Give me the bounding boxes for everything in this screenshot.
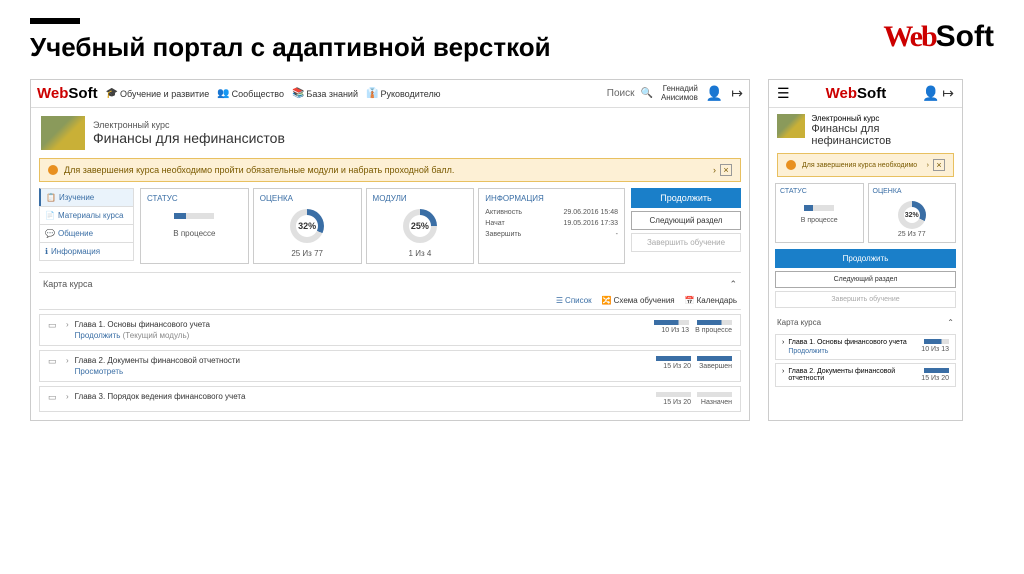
desktop-view: WebSoft 🎓Обучение и развитие 👥Сообщество… [30,79,750,421]
collapse-icon[interactable]: ⌃ [729,279,737,290]
continue-button[interactable]: Продолжить [631,188,741,208]
chevron-right-icon: › [66,392,69,401]
course-thumbnail [41,116,85,150]
sidebar-chat[interactable]: 💬 Общение [39,224,134,243]
info-card: ИНФОРМАЦИЯ Активность29.06.2016 15:48 На… [478,188,625,264]
nav-community[interactable]: 👥Сообщество [217,88,284,99]
status-card: СТАТУС В процессе [140,188,249,264]
finish-button[interactable]: Завершить обучение [631,233,741,252]
people-icon: 👥 [217,88,229,99]
collapse-icon[interactable]: ⌃ [947,318,954,327]
chapter-type-icon: ▭ [48,392,60,403]
chevron-right-icon: › [66,356,69,365]
chevron-right-icon[interactable]: › [927,162,929,169]
course-map-title: Карта курса [43,279,93,290]
top-nav: WebSoft 🎓Обучение и развитие 👥Сообщество… [31,80,749,108]
mobile-continue-button[interactable]: Продолжить [775,249,956,268]
chevron-right-icon: › [66,320,69,329]
logout-icon[interactable]: ↦ [731,85,743,102]
chapter-progress [654,320,689,325]
next-section-button[interactable]: Следующий раздел [631,211,741,230]
mobile-score-card: ОЦЕНКА 32% 25 Из 77 [868,183,957,243]
alert-text: Для завершения курса необходимо пройти о… [64,165,454,175]
header-logo[interactable]: WebSoft [37,85,98,102]
alert-banner: Для завершения курса необходимо пройти о… [39,158,741,182]
course-map-section: Карта курса ⌃ ☰ Список 🔀 Схема обучения … [39,272,741,412]
score-donut: 32% [290,209,324,243]
logout-icon[interactable]: ↦ [942,85,954,101]
chapter-progress [656,392,691,397]
chapter-type-icon: ▭ [48,356,60,367]
mobile-finish-button[interactable]: Завершить обучение [775,291,956,308]
warning-icon [48,165,58,175]
mobile-next-button[interactable]: Следующий раздел [775,271,956,288]
accent-bar [30,18,80,24]
slide-header: Учебный портал с адаптивной версткой Web… [0,0,1024,71]
chapter-row[interactable]: ▭ › Глава 1. Основы финансового учета Пр… [39,314,741,346]
modules-donut: 25% [403,209,437,243]
chapter-type-icon: ▭ [48,320,60,331]
search-input[interactable]: Поиск [607,88,635,99]
nav-learning[interactable]: 🎓Обучение и развитие [106,88,210,99]
mobile-chapter-row[interactable]: › Глава 1. Основы финансового учета Прод… [775,334,956,360]
mobile-view: ☰ WebSoft 👤 ↦ Электронный курс Финансы д… [768,79,963,421]
user-icon[interactable]: 👤 [922,85,939,101]
nav-knowledge[interactable]: 📚База знаний [292,88,358,99]
chapter-progress [656,356,691,361]
warning-icon [786,160,796,170]
search-icon[interactable]: 🔍 [640,88,652,99]
close-alert-button[interactable]: × [933,159,945,171]
user-icon[interactable]: 👤 [706,85,723,102]
chevron-right-icon: › [782,368,784,382]
tab-calendar[interactable]: 📅 Календарь [685,296,737,305]
mobile-course-header: Электронный курс Финансы для нефинансист… [769,108,962,153]
sidebar-study[interactable]: 📋 Изучение [39,188,134,207]
sidebar-materials[interactable]: 📄 Материалы курса [39,206,134,225]
hamburger-icon[interactable]: ☰ [777,85,790,102]
score-card: ОЦЕНКА 32% 25 Из 77 [253,188,362,264]
database-icon: 📚 [292,88,304,99]
status-progress-bar [174,213,214,219]
slide-title: Учебный портал с адаптивной версткой [30,32,994,63]
mobile-topbar: ☰ WebSoft 👤 ↦ [769,80,962,108]
chapter-row[interactable]: ▭ › Глава 3. Порядок ведения финансового… [39,386,741,412]
close-alert-button[interactable]: × [720,164,732,176]
username: ГеннадийАнисимов [661,85,698,103]
course-title: Финансы для нефинансистов [93,130,285,146]
mobile-chapter-row[interactable]: › Глава 2. Документы финансовой отчетнос… [775,363,956,387]
tab-scheme[interactable]: 🔀 Схема обучения [602,296,675,305]
mobile-status-card: СТАТУС В процессе [775,183,864,243]
chevron-right-icon[interactable]: › [713,165,716,175]
nav-manager[interactable]: 👔Руководителю [366,88,441,99]
sidebar-info[interactable]: ℹ Информация [39,242,134,261]
chevron-right-icon: › [782,339,784,355]
course-type: Электронный курс [93,120,285,130]
mobile-alert: Для завершения курса необходимо › × [777,153,954,177]
manager-icon: 👔 [366,88,378,99]
graduation-icon: 🎓 [106,88,118,99]
tab-list[interactable]: ☰ Список [556,296,592,305]
course-thumbnail [777,114,805,138]
course-header: Электронный курс Финансы для нефинансист… [31,108,749,158]
sidebar-menu: 📋 Изучение 📄 Материалы курса 💬 Общение ℹ… [39,188,134,264]
websoft-logo: WebSoft [883,20,994,54]
mobile-logo[interactable]: WebSoft [826,85,887,102]
modules-card: МОДУЛИ 25% 1 Из 4 [366,188,475,264]
chapter-row[interactable]: ▭ › Глава 2. Документы финансовой отчетн… [39,350,741,382]
